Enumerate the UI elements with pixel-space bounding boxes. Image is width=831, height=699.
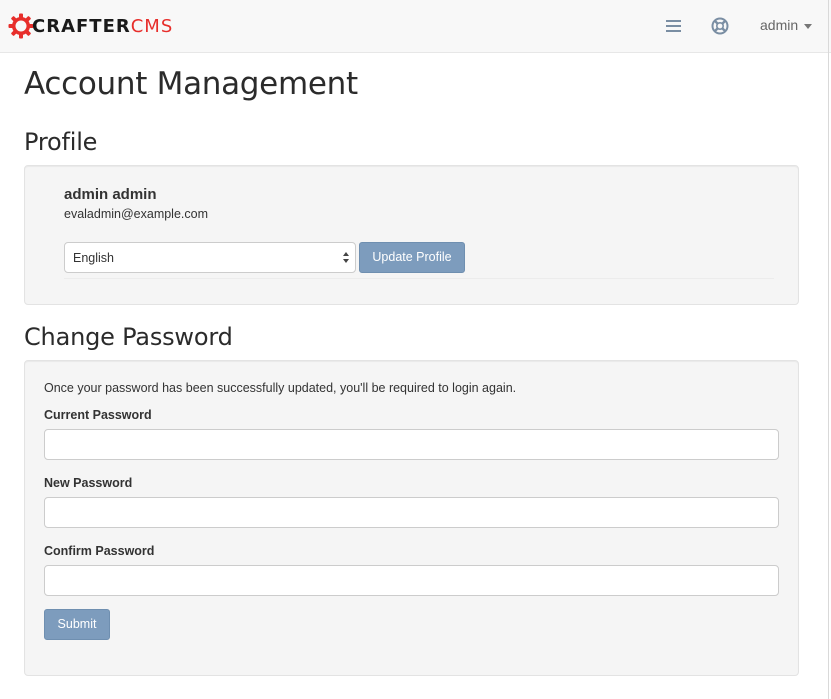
current-password-input[interactable] bbox=[44, 429, 779, 460]
confirm-password-label: Confirm Password bbox=[44, 544, 155, 558]
confirm-password-input[interactable] bbox=[44, 565, 779, 596]
language-select[interactable]: English bbox=[64, 242, 356, 273]
current-password-label: Current Password bbox=[44, 408, 152, 422]
scrollbar-track bbox=[828, 0, 829, 699]
logo-wordmark: CRAFTERCMS bbox=[32, 16, 173, 37]
submit-button[interactable]: Submit bbox=[44, 609, 110, 640]
logo-crafter-text: CRAFTER bbox=[32, 15, 131, 37]
user-menu-label: admin bbox=[760, 17, 799, 33]
caret-down-icon bbox=[804, 23, 813, 29]
new-password-label: New Password bbox=[44, 476, 133, 490]
help-life-ring-icon[interactable] bbox=[709, 15, 731, 37]
profile-heading: Profile bbox=[24, 128, 98, 156]
profile-divider bbox=[64, 278, 774, 279]
update-profile-button[interactable]: Update Profile bbox=[359, 242, 465, 273]
hamburger-menu-icon[interactable] bbox=[662, 15, 684, 37]
select-arrows-icon bbox=[343, 252, 349, 264]
change-password-panel: Once your password has been successfully… bbox=[24, 360, 799, 676]
gear-logo-icon bbox=[8, 13, 34, 39]
profile-email: evaladmin@example.com bbox=[64, 207, 209, 221]
language-select-value: English bbox=[73, 251, 114, 265]
page-title: Account Management bbox=[24, 66, 358, 102]
top-navbar: CRAFTERCMS admin bbox=[0, 0, 831, 53]
crafter-cms-logo[interactable]: CRAFTERCMS bbox=[8, 10, 173, 42]
logo-cms-text: CMS bbox=[130, 15, 174, 37]
password-note: Once your password has been successfully… bbox=[44, 381, 517, 395]
profile-name: admin admin bbox=[64, 186, 157, 203]
profile-panel: admin admin evaladmin@example.com Englis… bbox=[24, 165, 799, 305]
change-password-heading: Change Password bbox=[24, 323, 233, 351]
new-password-input[interactable] bbox=[44, 497, 779, 528]
user-menu-dropdown[interactable]: admin bbox=[760, 17, 813, 33]
